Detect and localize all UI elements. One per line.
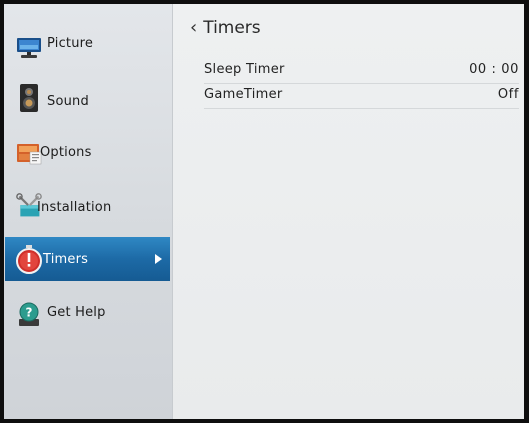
sidebar-item-label: Options <box>40 145 92 160</box>
setting-label: Sleep Timer <box>204 62 285 77</box>
page-title: Timers <box>203 17 261 38</box>
sidebar-item-label: Sound <box>47 94 89 109</box>
page-header: ‹ Timers <box>190 17 261 38</box>
picture-icon <box>16 35 42 61</box>
sidebar-item-label: Picture <box>47 36 94 51</box>
setting-label: GameTimer <box>204 87 283 102</box>
main-panel: ‹ Timers Sleep Timer 00 : 00 GameTimer O… <box>173 4 524 419</box>
sidebar-item-label: Get Help <box>47 305 106 320</box>
sidebar-item-installation[interactable]: Installation <box>4 188 172 228</box>
options-icon <box>16 141 42 167</box>
sidebar-item-label: Timers <box>43 252 89 267</box>
setting-value: 00 : 00 <box>469 62 519 77</box>
setting-row-game-timer[interactable]: GameTimer Off <box>204 84 519 109</box>
help-icon: ? <box>16 301 42 327</box>
setting-row-sleep-timer[interactable]: Sleep Timer 00 : 00 <box>204 59 519 84</box>
sidebar-item-sound[interactable]: Sound <box>4 82 172 122</box>
sidebar-item-label: Installation <box>37 200 112 215</box>
sidebar-item-options[interactable]: Options <box>4 134 172 174</box>
back-chevron-icon[interactable]: ‹ <box>190 17 197 38</box>
sidebar-item-picture[interactable]: Picture <box>4 27 172 67</box>
sidebar-item-get-help[interactable]: ? Get Help <box>4 294 172 334</box>
sidebar-item-timers[interactable]: Timers <box>5 237 170 281</box>
tv-menu-screen: Picture Sound Options Installation Timer… <box>4 4 524 419</box>
timer-icon <box>15 244 43 274</box>
sidebar: Picture Sound Options Installation Timer… <box>4 4 172 419</box>
setting-value: Off <box>497 87 519 102</box>
chevron-right-icon <box>155 254 162 264</box>
sound-icon <box>16 84 42 112</box>
svg-text:?: ? <box>26 306 33 320</box>
